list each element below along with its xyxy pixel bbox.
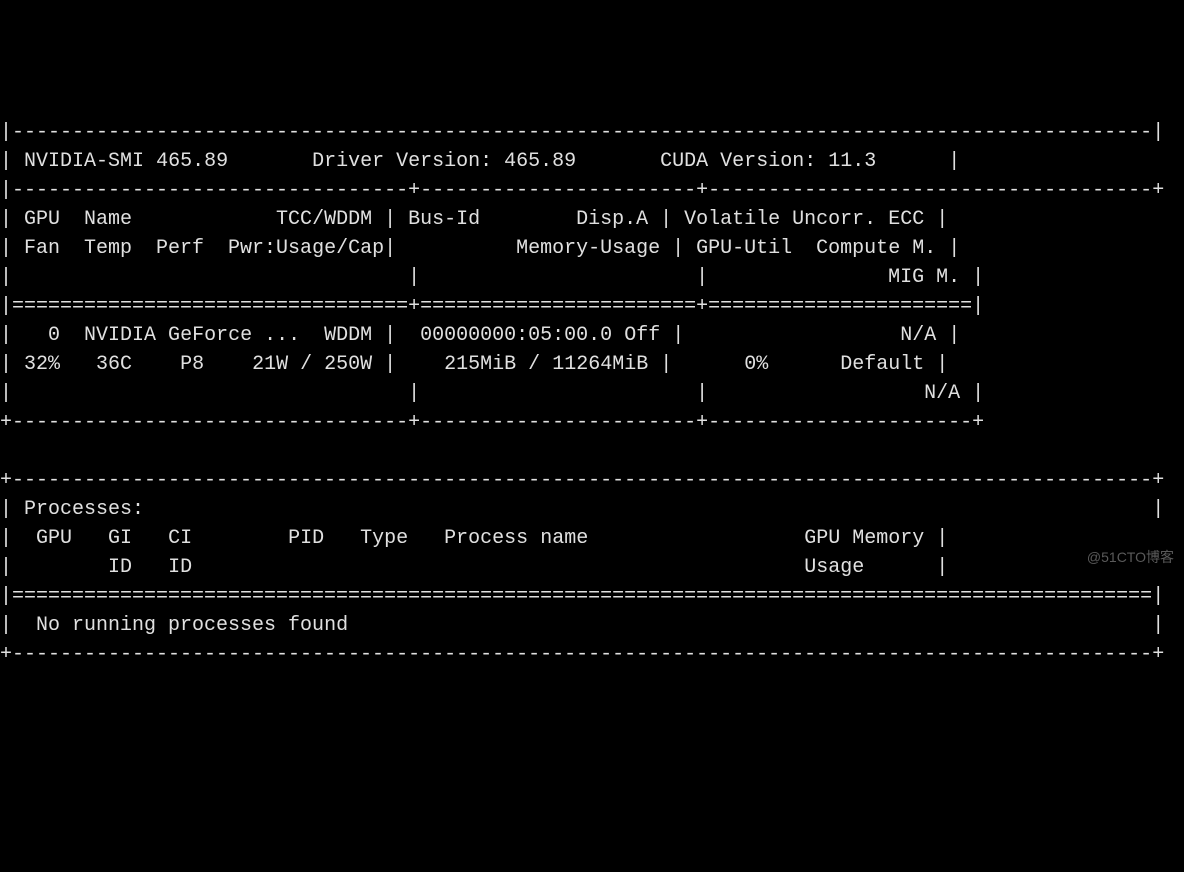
gpu-pwr: 21W / 250W — [252, 353, 372, 376]
col-header-row3: | | | MIG M. | — [0, 266, 984, 289]
gpu-row2: | 32% 36C P8 21W / 250W | 215MiB / 11264… — [0, 353, 948, 376]
proc-hdr-gpu: GPU — [36, 527, 72, 550]
col3-hdr3: MIG M. — [888, 266, 960, 289]
proc-none-row: | No running processes found | — [0, 614, 1164, 637]
driver-label: Driver Version: — [312, 150, 492, 173]
cuda-label: CUDA Version: — [660, 150, 816, 173]
proc-none: No running processes found — [36, 614, 348, 637]
col2-hdr2: Memory-Usage — [516, 237, 660, 260]
gpu-name: NVIDIA GeForce ... — [84, 324, 300, 347]
gpu-temp: 36C — [96, 353, 132, 376]
proc-hdr-gi: GI — [108, 527, 132, 550]
gpu-util: 0% — [744, 353, 768, 376]
gpu-row1: | 0 NVIDIA GeForce ... WDDM | 00000000:0… — [0, 324, 960, 347]
proc-title-row: | Processes: | — [0, 498, 1164, 521]
proc-header-row2: | ID ID Usage | — [0, 556, 948, 579]
proc-hdr-ciid: ID — [168, 556, 192, 579]
gpu-bottom-border: +---------------------------------+-----… — [0, 411, 984, 434]
proc-hdr-usage: Usage — [804, 556, 864, 579]
col2-hdr1: Bus-Id Disp.A — [408, 208, 648, 231]
watermark: @51CTO博客 — [1087, 547, 1174, 567]
col3-hdr1: Volatile Uncorr. ECC — [684, 208, 924, 231]
nvidia-smi-output: |---------------------------------------… — [0, 118, 1184, 669]
proc-hdr-ci: CI — [168, 527, 192, 550]
col3-hdr2: GPU-Util Compute M. — [696, 237, 936, 260]
gpu-mem-used: 215MiB — [444, 353, 516, 376]
header-row: | NVIDIA-SMI 465.89 Driver Version: 465.… — [0, 150, 960, 173]
gpu-mig: N/A — [924, 382, 960, 405]
gpu-mem-total: 11264MiB — [552, 353, 648, 376]
proc-title: Processes: — [24, 498, 144, 521]
col-divider: |=================================+=====… — [0, 295, 984, 318]
gpu-index: 0 — [48, 324, 60, 347]
proc-bottom-border: +---------------------------------------… — [0, 643, 1164, 666]
cuda-version: 11.3 — [828, 150, 876, 173]
col-header-row2: | Fan Temp Perf Pwr:Usage/Cap| Memory-Us… — [0, 237, 960, 260]
proc-hdr-mem: GPU Memory — [804, 527, 924, 550]
proc-top-border: +---------------------------------------… — [0, 469, 1164, 492]
col-header-row1: | GPU Name TCC/WDDM | Bus-Id Disp.A | Vo… — [0, 208, 948, 231]
gpu-fan: 32% — [24, 353, 60, 376]
top-border: |---------------------------------------… — [0, 121, 1164, 144]
gpu-ecc: N/A — [900, 324, 936, 347]
col1-hdr1: GPU Name TCC/WDDM — [24, 208, 372, 231]
proc-hdr-giid: ID — [108, 556, 132, 579]
gpu-perf: P8 — [180, 353, 204, 376]
gpu-compute: Default — [840, 353, 924, 376]
proc-hdr-pname: Process name — [444, 527, 588, 550]
gpu-dispa: Off — [624, 324, 660, 347]
proc-header-row1: | GPU GI CI PID Type Process name GPU Me… — [0, 527, 948, 550]
proc-hdr-pid: PID — [288, 527, 324, 550]
gpu-mode: WDDM — [324, 324, 372, 347]
gpu-row3: | | | N/A | — [0, 382, 984, 405]
proc-hdr-type: Type — [360, 527, 408, 550]
smi-label: NVIDIA-SMI — [24, 150, 144, 173]
driver-version: 465.89 — [504, 150, 576, 173]
proc-divider: |=======================================… — [0, 585, 1164, 608]
header-divider: |---------------------------------+-----… — [0, 179, 1164, 202]
col1-hdr2: Fan Temp Perf Pwr:Usage/Cap — [24, 237, 384, 260]
gpu-busid: 00000000:05:00.0 — [420, 324, 612, 347]
smi-version: 465.89 — [156, 150, 228, 173]
blank-line — [0, 440, 12, 463]
